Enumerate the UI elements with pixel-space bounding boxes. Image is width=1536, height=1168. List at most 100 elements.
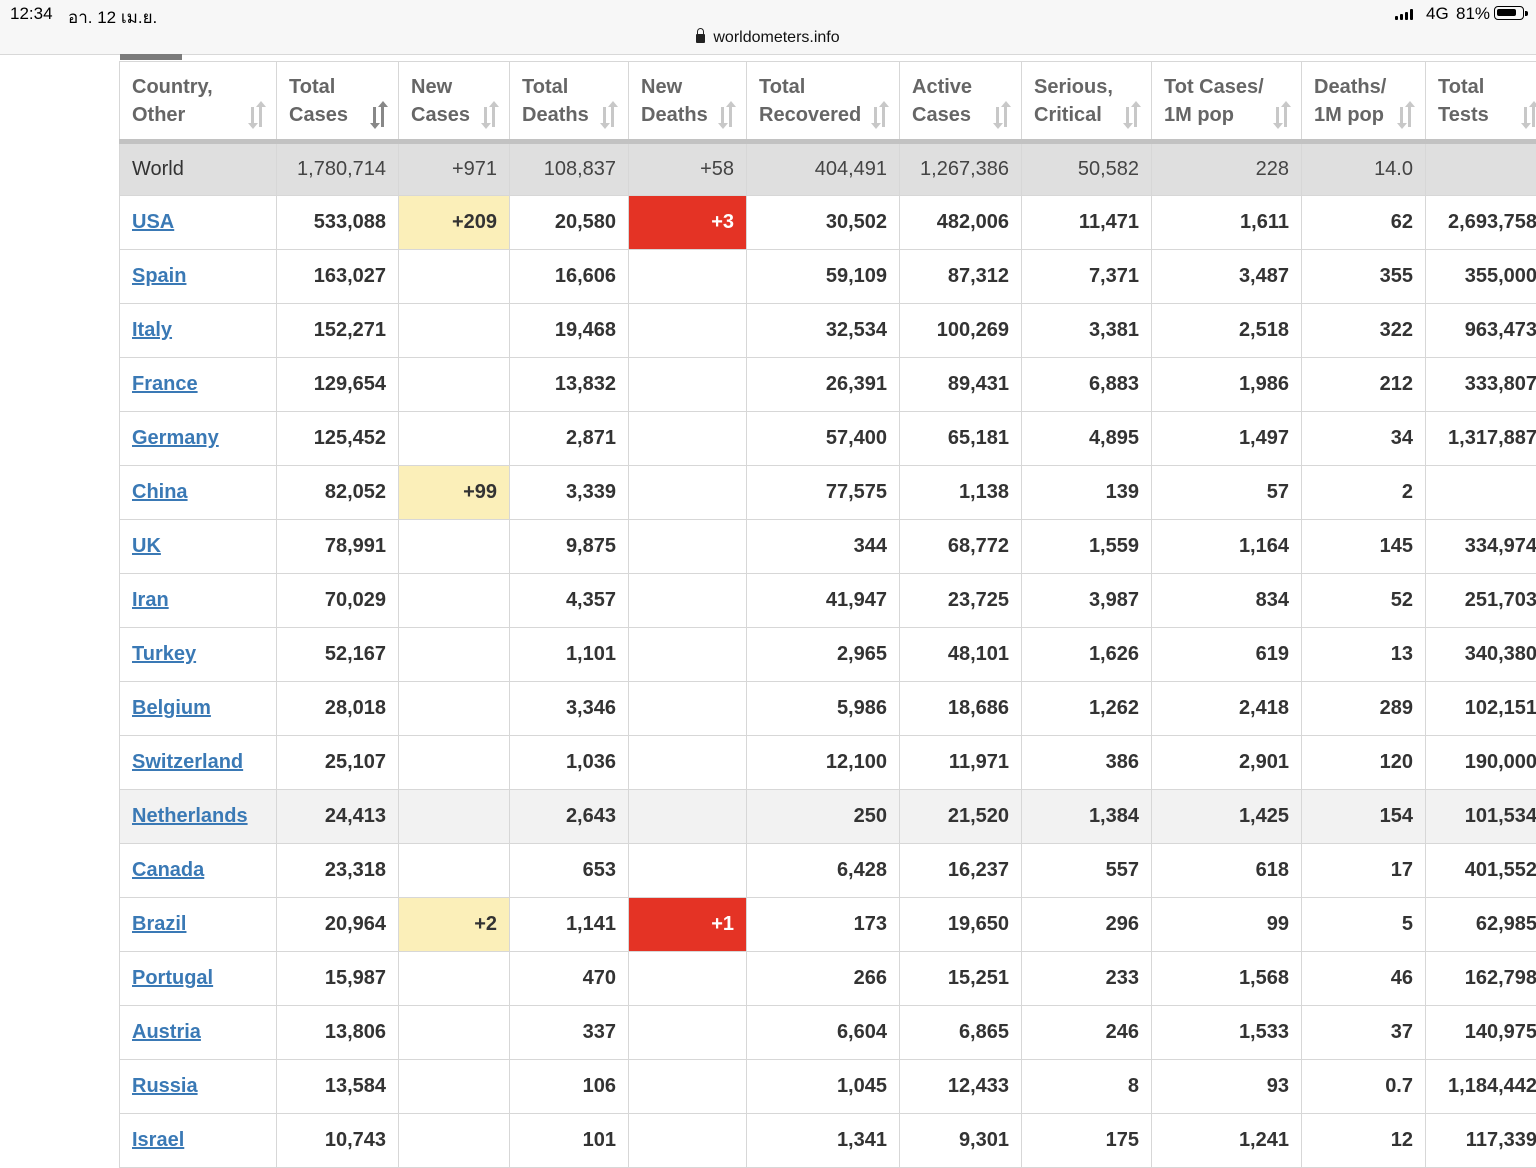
battery-tip xyxy=(1525,11,1528,16)
cell-active-cases: 48,101 xyxy=(900,628,1022,682)
cell-deaths-per-1m: 212 xyxy=(1302,358,1426,412)
table-row: Canada23,3186536,42816,23755761817401,55… xyxy=(120,844,1536,898)
cell-active-cases: 87,312 xyxy=(900,250,1022,304)
sort-icon[interactable] xyxy=(1273,105,1291,127)
country-link[interactable]: Italy xyxy=(132,319,172,341)
cell-cases-per-1m: 1,568 xyxy=(1152,952,1302,1006)
cell-serious-critical: 1,626 xyxy=(1022,628,1152,682)
column-header-total-deaths[interactable]: TotalDeaths xyxy=(510,62,629,142)
table-row: Austria13,8063376,6046,8652461,53337140,… xyxy=(120,1006,1536,1060)
horizontal-scroll-indicator[interactable] xyxy=(120,54,182,60)
cell-total-recovered: 6,428 xyxy=(747,844,900,898)
sort-icon[interactable] xyxy=(1521,105,1536,127)
cell-total-tests: 355,000 xyxy=(1426,250,1536,304)
cell-cases-per-1m: 1,241 xyxy=(1152,1114,1302,1168)
cell-deaths-per-1m: 12 xyxy=(1302,1114,1426,1168)
sort-icon[interactable] xyxy=(1123,105,1141,127)
cell-serious-critical: 386 xyxy=(1022,736,1152,790)
cell-new-cases xyxy=(399,520,510,574)
cell-active-cases: 1,138 xyxy=(900,466,1022,520)
cell-new-cases: +99 xyxy=(399,466,510,520)
column-header-total-cases[interactable]: TotalCases xyxy=(277,62,399,142)
country-link[interactable]: Iran xyxy=(132,589,169,611)
cell-total-deaths: 4,357 xyxy=(510,574,629,628)
cell-new-deaths xyxy=(629,952,747,1006)
cell-total-deaths: 9,875 xyxy=(510,520,629,574)
cell-active-cases: 482,006 xyxy=(900,196,1022,250)
table-row: Turkey52,1671,1012,96548,1011,6266191334… xyxy=(120,628,1536,682)
table-row: Brazil20,964+21,141+117319,65029699562,9… xyxy=(120,898,1536,952)
country-link[interactable]: Turkey xyxy=(132,643,196,665)
cell-new-cases xyxy=(399,736,510,790)
sort-icon[interactable] xyxy=(248,105,266,127)
cell-total-cases: 70,029 xyxy=(277,574,399,628)
cell-new-deaths xyxy=(629,844,747,898)
country-link[interactable]: France xyxy=(132,373,198,395)
cell-total-deaths: 2,871 xyxy=(510,412,629,466)
country-link[interactable]: Germany xyxy=(132,427,219,449)
country-link[interactable]: Portugal xyxy=(132,967,213,989)
cell-country: Portugal xyxy=(120,952,277,1006)
cell-total-cases: 152,271 xyxy=(277,304,399,358)
cell-serious-critical: 4,895 xyxy=(1022,412,1152,466)
country-link[interactable]: Belgium xyxy=(132,697,211,719)
column-header-total-tests[interactable]: TotalTests xyxy=(1426,62,1536,142)
header-label-line1: Deaths/ xyxy=(1314,73,1417,101)
column-header-active-cases[interactable]: ActiveCases xyxy=(900,62,1022,142)
url-bar[interactable]: worldometers.info xyxy=(0,28,1536,55)
column-header-total-recovered[interactable]: TotalRecovered xyxy=(747,62,900,142)
cell-deaths-per-1m: 322 xyxy=(1302,304,1426,358)
sort-icon[interactable] xyxy=(1397,105,1415,127)
country-link[interactable]: Brazil xyxy=(132,913,186,935)
sort-icon[interactable] xyxy=(718,105,736,127)
cell-active-cases: 11,971 xyxy=(900,736,1022,790)
cell-total-tests: 101,534 xyxy=(1426,790,1536,844)
battery-percent: 81% xyxy=(1456,4,1490,24)
country-link[interactable]: Switzerland xyxy=(132,751,243,773)
column-header-new-deaths[interactable]: NewDeaths xyxy=(629,62,747,142)
cell-total-cases: 1,780,714 xyxy=(277,142,399,196)
cell-total-tests: 102,151 xyxy=(1426,682,1536,736)
url-text[interactable]: worldometers.info xyxy=(713,29,839,46)
cell-new-deaths xyxy=(629,466,747,520)
country-link[interactable]: Austria xyxy=(132,1021,201,1043)
sort-icon[interactable] xyxy=(993,105,1011,127)
cell-total-deaths: 337 xyxy=(510,1006,629,1060)
cell-country: Iran xyxy=(120,574,277,628)
country-link[interactable]: Russia xyxy=(132,1075,198,1097)
column-header-serious-critical[interactable]: Serious,Critical xyxy=(1022,62,1152,142)
table-row: China82,052+993,33977,5751,138139572 xyxy=(120,466,1536,520)
cell-country: Canada xyxy=(120,844,277,898)
country-link[interactable]: Canada xyxy=(132,859,204,881)
column-header-country[interactable]: Country,Other xyxy=(120,62,277,142)
cell-serious-critical: 7,371 xyxy=(1022,250,1152,304)
cell-total-deaths: 470 xyxy=(510,952,629,1006)
cell-deaths-per-1m: 5 xyxy=(1302,898,1426,952)
table-row: Portugal15,98747026615,2512331,56846162,… xyxy=(120,952,1536,1006)
country-link[interactable]: UK xyxy=(132,535,161,557)
column-header-cases-per-1m[interactable]: Tot Cases/1M pop xyxy=(1152,62,1302,142)
header-label-line1: Total xyxy=(1438,73,1536,101)
column-header-deaths-per-1m[interactable]: Deaths/1M pop xyxy=(1302,62,1426,142)
cell-total-cases: 52,167 xyxy=(277,628,399,682)
cell-total-deaths: 3,339 xyxy=(510,466,629,520)
status-time: 12:34 xyxy=(10,4,53,24)
cell-deaths-per-1m: 154 xyxy=(1302,790,1426,844)
cell-total-deaths: 2,643 xyxy=(510,790,629,844)
country-link[interactable]: Israel xyxy=(132,1129,184,1151)
country-link[interactable]: Spain xyxy=(132,265,186,287)
country-link[interactable]: USA xyxy=(132,211,174,233)
sort-icon[interactable] xyxy=(481,105,499,127)
cell-new-cases: +971 xyxy=(399,142,510,196)
country-link[interactable]: Netherlands xyxy=(132,805,248,827)
cell-new-cases xyxy=(399,1060,510,1114)
sort-icon[interactable] xyxy=(871,105,889,127)
country-link[interactable]: China xyxy=(132,481,188,503)
cell-new-deaths xyxy=(629,736,747,790)
column-header-new-cases[interactable]: NewCases xyxy=(399,62,510,142)
cell-country: USA xyxy=(120,196,277,250)
cell-total-tests xyxy=(1426,142,1536,196)
sort-icon[interactable] xyxy=(600,105,618,127)
sort-icon[interactable] xyxy=(370,105,388,127)
cell-new-deaths xyxy=(629,412,747,466)
